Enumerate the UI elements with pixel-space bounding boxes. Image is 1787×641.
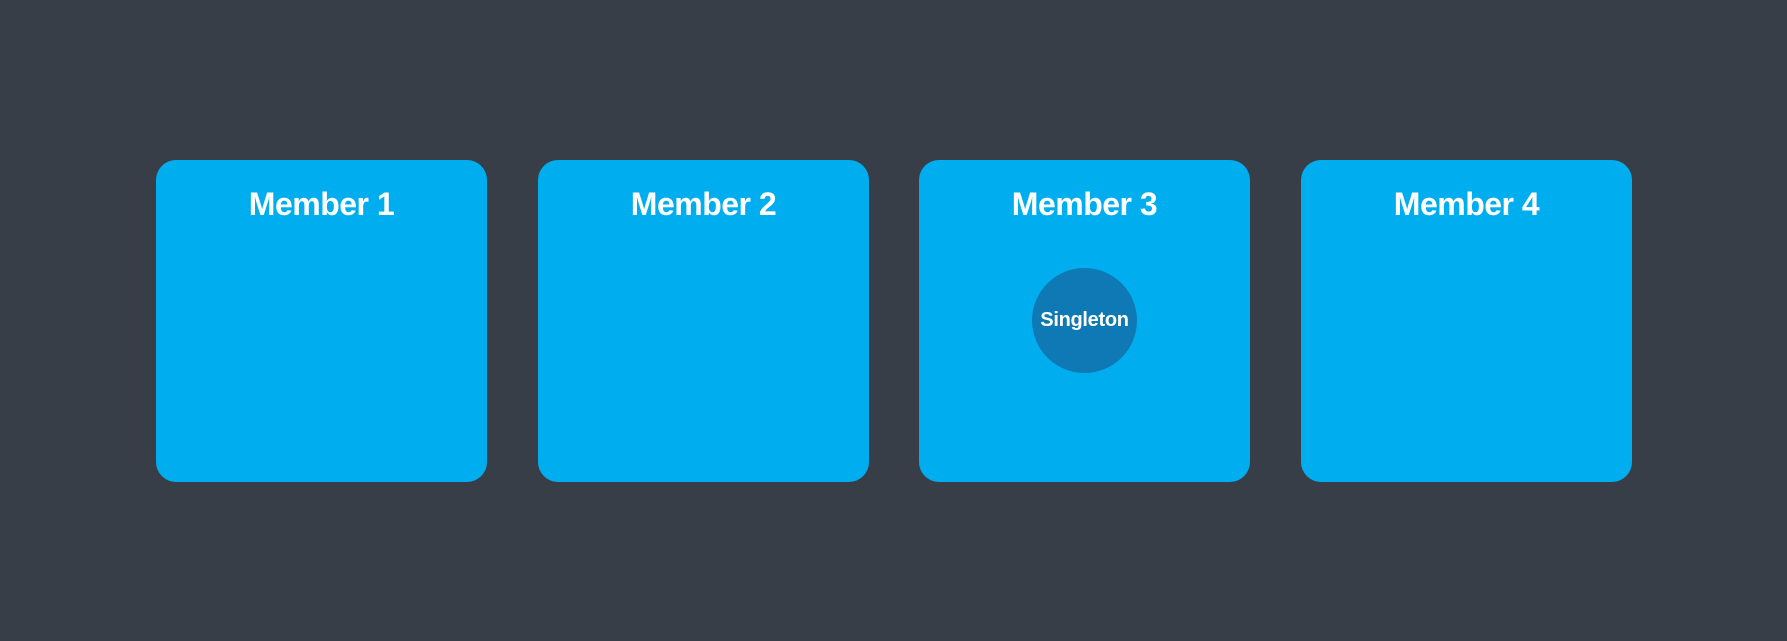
member-title-4: Member 4 (1393, 186, 1540, 222)
member-title-3: Member 3 (1011, 186, 1158, 222)
member-card-4: Member 4 (1301, 160, 1632, 482)
member-card-2: Member 2 (538, 160, 869, 482)
member-card-3: Member 3 Singleton (919, 160, 1250, 482)
member-title-2: Member 2 (630, 186, 777, 222)
member-card-1: Member 1 (156, 160, 487, 482)
singleton-label: Singleton (1040, 309, 1129, 331)
member-title-1: Member 1 (248, 186, 395, 222)
diagram-canvas: Member 1 Member 2 Member 3 Singleton Mem… (0, 0, 1787, 641)
singleton-node: Singleton (1032, 268, 1137, 373)
